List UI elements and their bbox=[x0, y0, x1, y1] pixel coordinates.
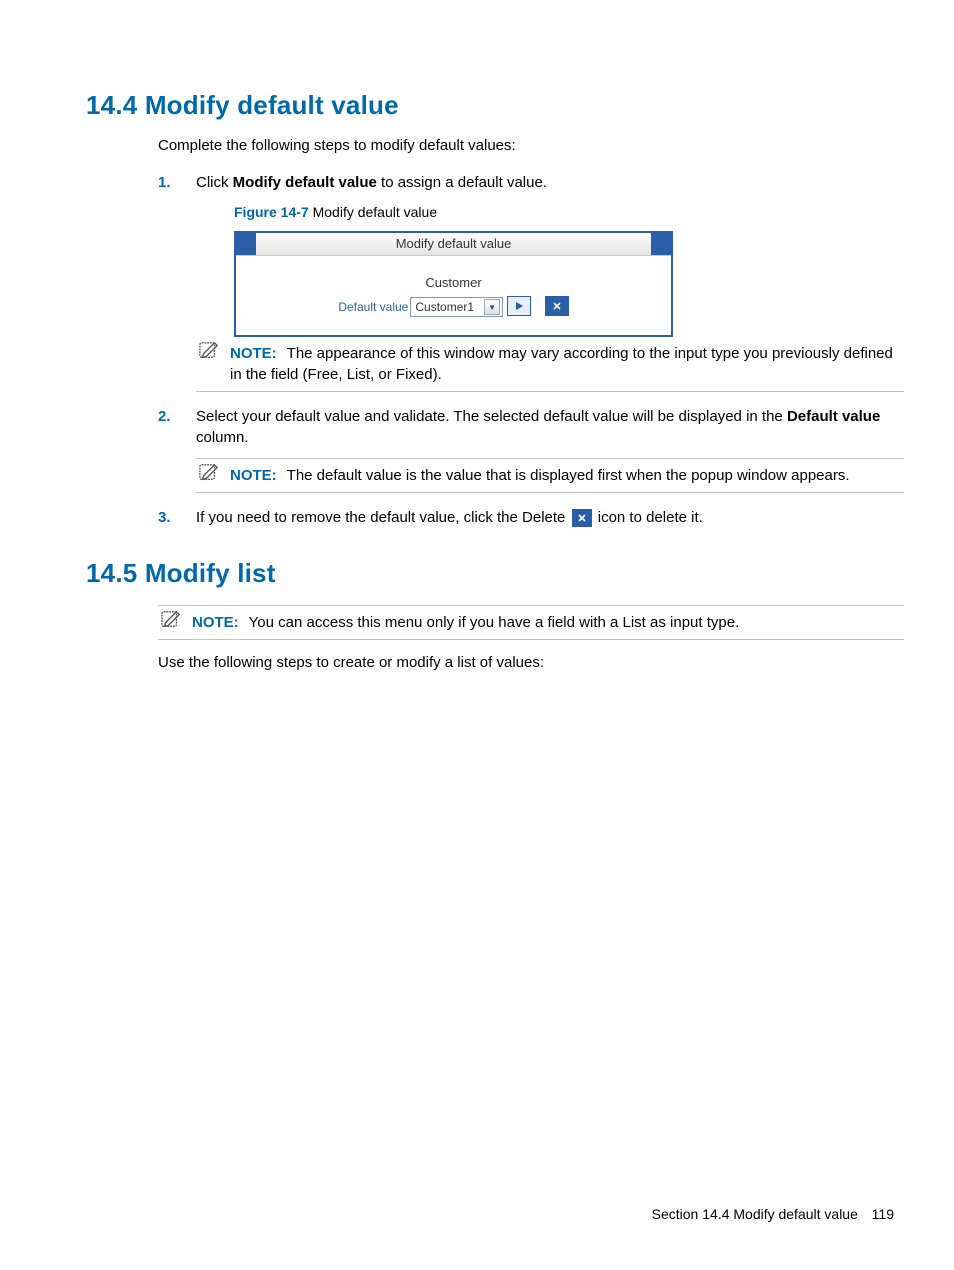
figure-default-value-row: Default value Customer1 ▼ bbox=[338, 297, 503, 317]
note-text: You can access this menu only if you hav… bbox=[249, 614, 740, 631]
step-2: 2. Select your default value and validat… bbox=[158, 406, 904, 493]
figure-label: Figure 14-7 bbox=[234, 204, 309, 220]
step-1-bold: Modify default value bbox=[233, 174, 377, 191]
step-1-text-post: to assign a default value. bbox=[377, 174, 547, 191]
step-2-text-post: column. bbox=[196, 429, 249, 446]
step-3-number: 3. bbox=[158, 507, 171, 528]
section2-intro: Use the following steps to create or mod… bbox=[158, 654, 904, 671]
play-icon bbox=[514, 301, 524, 311]
step-1: 1. Click Modify default value to assign … bbox=[158, 172, 904, 392]
chevron-down-icon[interactable]: ▼ bbox=[484, 299, 500, 315]
note-label: NOTE: bbox=[192, 614, 239, 631]
note-text: The default value is the value that is d… bbox=[287, 467, 850, 484]
step-1-number: 1. bbox=[158, 172, 171, 193]
figure-delete-button[interactable] bbox=[545, 296, 569, 316]
step-3-text-post: icon to delete it. bbox=[598, 509, 703, 526]
note-icon bbox=[160, 610, 182, 630]
close-icon bbox=[577, 513, 587, 523]
figure-caption-text: Modify default value bbox=[309, 204, 437, 220]
step-2-text-pre: Select your default value and validate. … bbox=[196, 408, 787, 425]
footer-page-number: 119 bbox=[872, 1206, 894, 1222]
close-icon bbox=[552, 301, 562, 311]
figure-titlebar-right-edge bbox=[651, 233, 671, 255]
step-2-bold: Default value bbox=[787, 408, 880, 425]
note-icon bbox=[198, 341, 220, 361]
step-3: 3. If you need to remove the default val… bbox=[158, 507, 904, 528]
figure-confirm-button[interactable] bbox=[507, 296, 531, 316]
figure-default-value-select[interactable]: Customer1 ▼ bbox=[410, 297, 503, 317]
note-text: The appearance of this window may vary a… bbox=[230, 345, 893, 383]
section-heading-14-4: 14.4 Modify default value bbox=[86, 90, 904, 121]
section1-intro: Complete the following steps to modify d… bbox=[158, 137, 904, 154]
footer-section-label: Section 14.4 Modify default value bbox=[652, 1206, 858, 1222]
step-1-text-pre: Click bbox=[196, 174, 233, 191]
figure-select-value: Customer1 bbox=[415, 299, 474, 316]
note-default-value-first: NOTE: The default value is the value that… bbox=[196, 458, 904, 493]
step-3-text-pre: If you need to remove the default value,… bbox=[196, 509, 570, 526]
note-icon bbox=[198, 463, 220, 483]
figure-field-label: Default value bbox=[338, 299, 408, 316]
page-footer: Section 14.4 Modify default value 119 bbox=[652, 1206, 894, 1222]
note-list-input-type: NOTE: You can access this menu only if yo… bbox=[158, 605, 904, 640]
figure-titlebar: Modify default value bbox=[236, 233, 671, 256]
figure-modify-default-value: Modify default value Customer Default va… bbox=[234, 231, 673, 338]
figure-window-title: Modify default value bbox=[256, 233, 651, 255]
section-heading-14-5: 14.5 Modify list bbox=[86, 558, 904, 589]
note-label: NOTE: bbox=[230, 345, 277, 362]
delete-icon bbox=[572, 509, 592, 527]
note-appearance-vary: NOTE:The appearance of this window may v… bbox=[196, 337, 904, 392]
figure-group-label: Customer bbox=[236, 274, 671, 292]
figure-caption: Figure 14-7 Modify default value bbox=[234, 203, 904, 223]
figure-titlebar-left-edge bbox=[236, 233, 256, 255]
step-2-number: 2. bbox=[158, 406, 171, 427]
note-label: NOTE: bbox=[230, 467, 277, 484]
